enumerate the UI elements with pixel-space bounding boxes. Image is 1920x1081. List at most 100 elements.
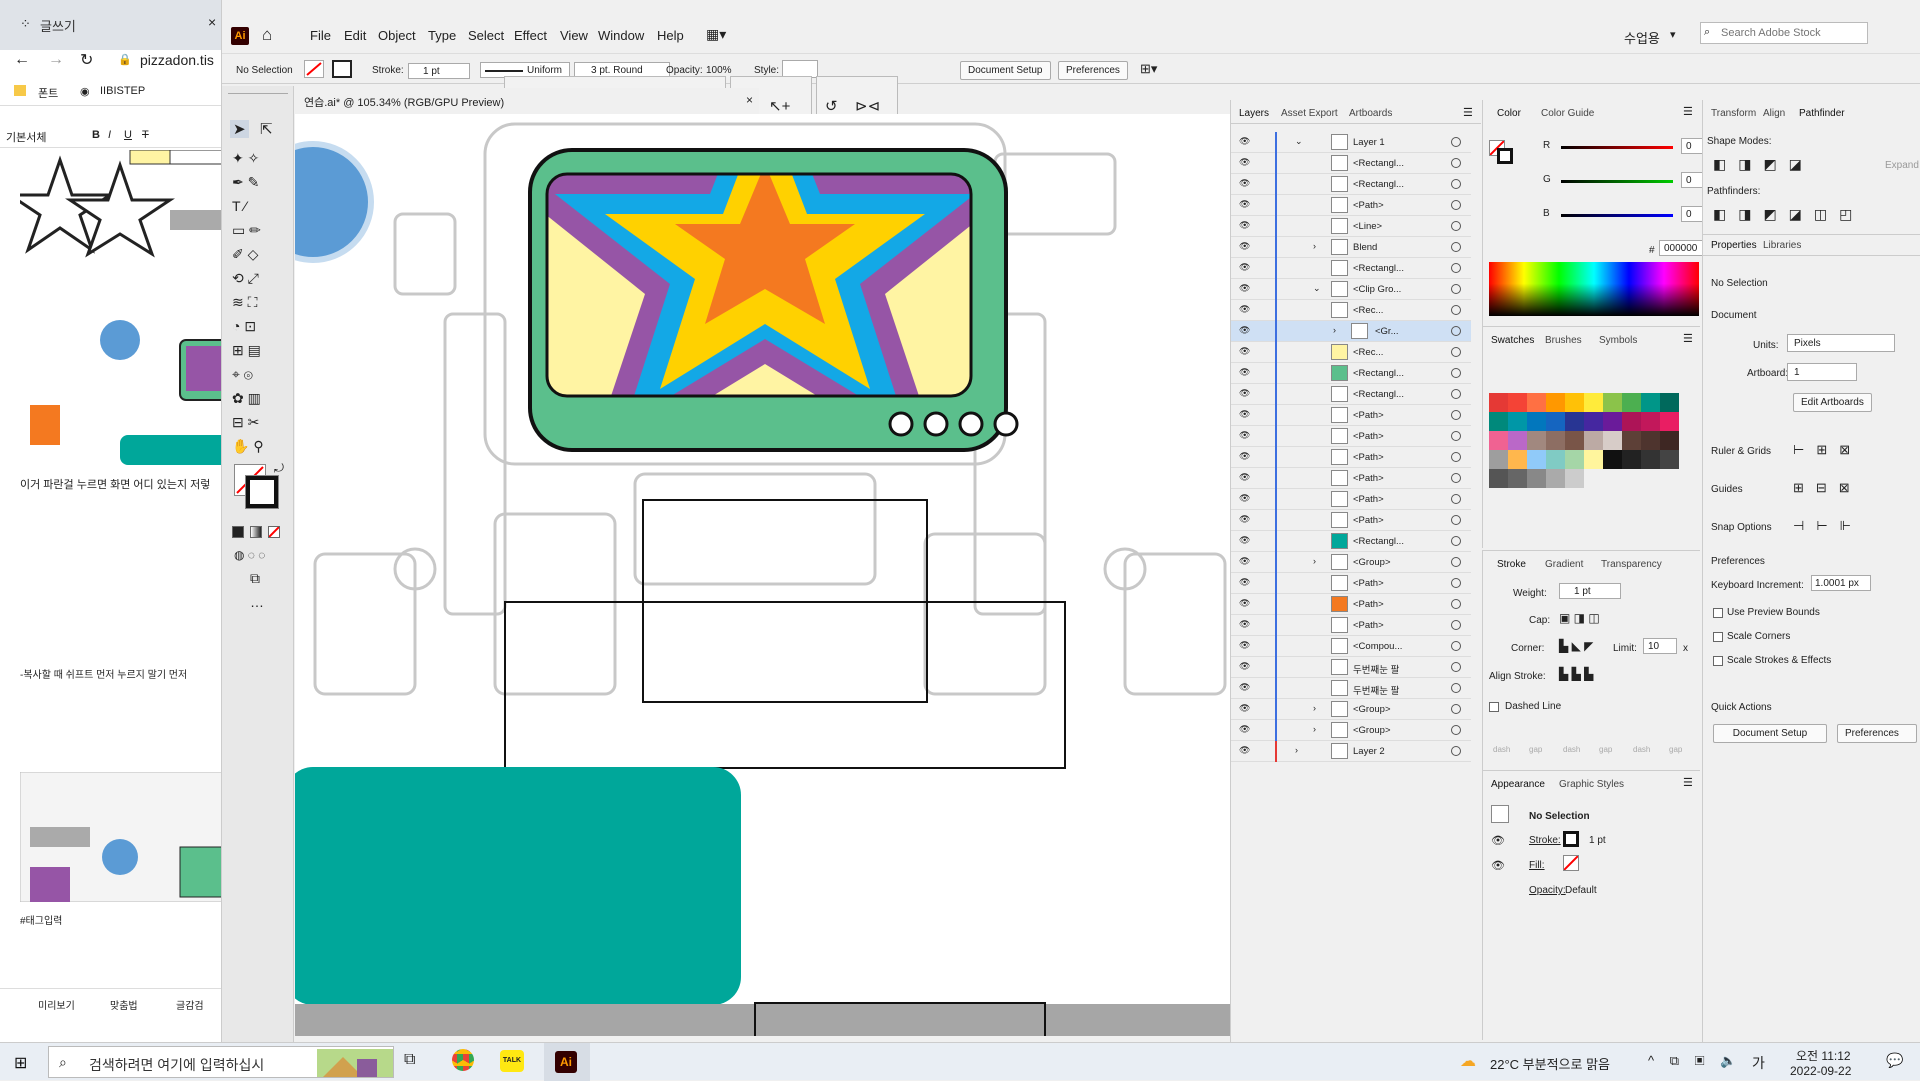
- swatch[interactable]: [1584, 412, 1603, 431]
- layer-name[interactable]: <Rectangl...: [1353, 263, 1404, 274]
- expand-chevron-icon[interactable]: ⌄: [1313, 283, 1321, 294]
- menu-help[interactable]: Help: [657, 28, 684, 43]
- layer-name[interactable]: <Rec...: [1353, 305, 1383, 316]
- menu-effect[interactable]: Effect: [514, 28, 547, 43]
- menu-view[interactable]: View: [560, 28, 588, 43]
- tab-asset-export[interactable]: Asset Export: [1281, 108, 1338, 119]
- layer-name[interactable]: <Rec...: [1353, 347, 1383, 358]
- swatch[interactable]: [1641, 450, 1660, 469]
- preview-button[interactable]: 미리보기: [38, 997, 75, 1012]
- target-icon[interactable]: [1451, 452, 1461, 462]
- layer-name[interactable]: 두번째눈 팔: [1353, 662, 1399, 676]
- layer-row[interactable]: 👁 <Rectangl...: [1231, 258, 1471, 279]
- tab-transparency[interactable]: Transparency: [1601, 559, 1662, 570]
- swatch[interactable]: [1603, 393, 1622, 412]
- preferences-button[interactable]: Preferences: [1058, 61, 1128, 80]
- kakaotalk-icon[interactable]: TALK: [500, 1050, 524, 1072]
- swatch[interactable]: [1489, 412, 1508, 431]
- stroke-color-icon[interactable]: [1497, 148, 1513, 164]
- swatch[interactable]: [1546, 450, 1565, 469]
- layer-name[interactable]: <Path>: [1353, 599, 1384, 610]
- target-icon[interactable]: [1451, 557, 1461, 567]
- target-icon[interactable]: [1451, 179, 1461, 189]
- layer-row[interactable]: 👁 <Path>: [1231, 510, 1471, 531]
- layer-name[interactable]: <Path>: [1353, 494, 1384, 505]
- doc-setup-button[interactable]: Document Setup: [1713, 724, 1827, 743]
- panel-grip[interactable]: [228, 86, 288, 94]
- eye-icon[interactable]: 👁: [1239, 283, 1250, 294]
- swatch[interactable]: [1489, 450, 1508, 469]
- menu-select[interactable]: Select: [468, 28, 504, 43]
- layer-row[interactable]: 👁 <Line>: [1231, 216, 1471, 237]
- layer-name[interactable]: Blend: [1353, 242, 1377, 253]
- layer-name[interactable]: Layer 2: [1353, 746, 1385, 757]
- layer-row[interactable]: 👁 <Group> ›: [1231, 699, 1471, 720]
- layer-name[interactable]: <Path>: [1353, 515, 1384, 526]
- expand-chevron-icon[interactable]: ›: [1313, 556, 1316, 566]
- eye-icon[interactable]: 👁: [1239, 430, 1250, 441]
- monitor-button[interactable]: [993, 411, 1019, 437]
- swatch[interactable]: [1660, 412, 1679, 431]
- menu-file[interactable]: File: [310, 28, 331, 43]
- layer-row[interactable]: 👁 <Path>: [1231, 573, 1471, 594]
- target-icon[interactable]: [1451, 410, 1461, 420]
- fill-none-icon[interactable]: [304, 60, 324, 78]
- target-icon[interactable]: [1451, 662, 1461, 672]
- opacity-attr-label[interactable]: Opacity:: [1529, 885, 1566, 896]
- bookmark-item[interactable]: IIBISTEP: [100, 85, 145, 97]
- document-tab[interactable]: 연습.ai* @ 105.34% (RGB/GPU Preview) ×: [294, 88, 759, 114]
- clock-time[interactable]: 오전 11:12: [1796, 1047, 1851, 1064]
- eye-icon[interactable]: 👁: [1491, 834, 1505, 847]
- swatch[interactable]: [1489, 393, 1508, 412]
- tab-brushes[interactable]: Brushes: [1545, 335, 1582, 346]
- weather-text[interactable]: 22°C 부분적으로 맑음: [1490, 1054, 1610, 1073]
- eye-icon[interactable]: 👁: [1239, 598, 1250, 609]
- align-stroke-icon[interactable]: ▙ ▙ ▙: [1559, 667, 1593, 681]
- none-icon[interactable]: [268, 526, 280, 538]
- panel-menu-icon[interactable]: ☰: [1463, 106, 1473, 119]
- eye-icon[interactable]: 👁: [1491, 859, 1505, 872]
- fill-none-icon[interactable]: [1563, 855, 1579, 871]
- swatch-grid[interactable]: [1489, 393, 1689, 513]
- tab-artboards[interactable]: Artboards: [1349, 108, 1392, 119]
- panel-menu-icon[interactable]: ☰: [1683, 105, 1693, 118]
- swatch[interactable]: [1546, 431, 1565, 450]
- direct-select-tool-icon[interactable]: ⇱: [260, 120, 273, 138]
- swatch[interactable]: [1508, 412, 1527, 431]
- cap-buttons-icon[interactable]: ▣ ◨ ◫: [1559, 611, 1600, 625]
- target-icon[interactable]: [1451, 683, 1461, 693]
- layer-row[interactable]: 👁 <Path>: [1231, 489, 1471, 510]
- tab-color-guide[interactable]: Color Guide: [1541, 108, 1594, 119]
- tab-symbols[interactable]: Symbols: [1599, 335, 1637, 346]
- hand-tool-icon[interactable]: ✋ ⚲: [232, 434, 288, 458]
- eye-icon[interactable]: 👁: [1239, 514, 1250, 525]
- windows-start-icon[interactable]: ⊞: [14, 1053, 27, 1073]
- target-icon[interactable]: [1451, 326, 1461, 336]
- panel-menu-icon[interactable]: ☰: [1683, 332, 1693, 345]
- clock-date[interactable]: 2022-09-22: [1790, 1064, 1851, 1078]
- target-icon[interactable]: [1451, 704, 1461, 714]
- eye-icon[interactable]: 👁: [1239, 556, 1250, 567]
- layer-name[interactable]: <Path>: [1353, 452, 1384, 463]
- layer-name[interactable]: <Rectangl...: [1353, 179, 1404, 190]
- swatch[interactable]: [1584, 450, 1603, 469]
- artboard-select[interactable]: 1: [1787, 363, 1857, 381]
- close-document-icon[interactable]: ×: [746, 93, 753, 107]
- color-icon[interactable]: [232, 526, 244, 538]
- layer-row[interactable]: 👁 <Clip Gro... ⌄: [1231, 279, 1471, 300]
- artboard-tool-icon[interactable]: ⊟ ✂: [232, 410, 288, 434]
- expand-chevron-icon[interactable]: ›: [1295, 745, 1298, 755]
- eye-icon[interactable]: 👁: [1239, 388, 1250, 399]
- layer-row[interactable]: 👁 <Group> ›: [1231, 552, 1471, 573]
- dash-fields[interactable]: dash gap dash gap dash gap: [1489, 727, 1694, 757]
- target-icon[interactable]: [1451, 200, 1461, 210]
- layer-name[interactable]: <Line>: [1353, 221, 1382, 232]
- address-bar[interactable]: pizzadon.tis: [140, 52, 214, 68]
- swatch[interactable]: [1584, 393, 1603, 412]
- g-slider[interactable]: [1561, 180, 1673, 183]
- rectangle-tool-icon[interactable]: ▭ ✏: [232, 218, 288, 242]
- expand-chevron-icon[interactable]: ⌄: [1295, 136, 1303, 147]
- layer-row[interactable]: 👁 <Rectangl...: [1231, 531, 1471, 552]
- preferences-quick-button[interactable]: Preferences: [1837, 724, 1917, 743]
- target-icon[interactable]: [1451, 137, 1461, 147]
